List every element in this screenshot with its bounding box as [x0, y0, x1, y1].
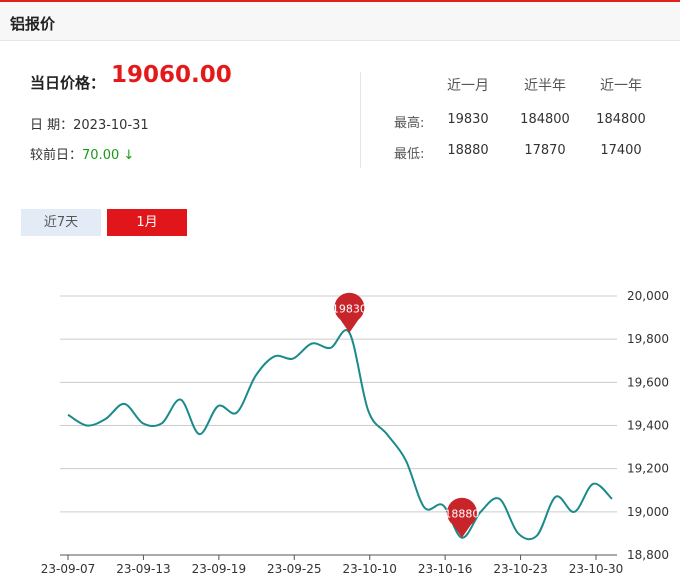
chart-y-tick-labels: 20,000 19,800 19,600 19,400 19,200 19,000 18,8… [627, 289, 669, 562]
down-arrow-icon: ↓ [123, 148, 135, 163]
y-tick-label: 19,800 [627, 332, 669, 346]
marker-pin: 19830 [332, 292, 367, 333]
stats-high-6m: 184800 [520, 112, 570, 127]
date-label: 日 期： [30, 118, 74, 133]
change-label: 较前日： [30, 148, 83, 163]
divider [360, 72, 361, 168]
stats-col-6m: 近半年 [524, 78, 566, 94]
change-row: 较前日：70.00 ↓ [30, 144, 134, 163]
x-tick-label: 23-10-23 [493, 562, 547, 576]
y-tick-label: 20,000 [627, 289, 669, 303]
x-tick-label: 23-09-19 [192, 562, 246, 576]
x-tick-label: 23-10-16 [418, 562, 472, 576]
stats-high-1y: 184800 [596, 112, 646, 127]
marker-pin: 18880 [444, 497, 479, 538]
x-tick-label: 23-09-25 [267, 562, 321, 576]
stats-col-1y: 近一年 [600, 78, 642, 94]
y-tick-label: 19,200 [627, 462, 669, 476]
stats-col-1m: 近一月 [447, 78, 489, 94]
stats-low-1y: 17400 [600, 143, 642, 158]
series-line [67, 329, 613, 541]
stats-low-1m: 18880 [447, 143, 489, 158]
marker-pin-shape [334, 292, 365, 333]
price-label: 当日价格： [30, 74, 106, 92]
chart-markers: 19830 18880 [332, 292, 479, 538]
marker-pin-shape [446, 497, 477, 538]
chart-gridlines [60, 295, 617, 556]
tab-7-days[interactable]: 近7天 [21, 209, 101, 236]
y-tick-label: 19,400 [627, 419, 669, 433]
change-value: 70.00 [82, 148, 120, 163]
date-row: 日 期：2023-10-31 [30, 114, 149, 133]
stats-high-1m: 19830 [447, 112, 489, 127]
marker-label: 19830 [332, 303, 367, 316]
chart-x-axis: 23-09-07 23-09-13 23-09-19 23-09-25 23-10-10… [41, 554, 623, 576]
x-tick-label: 23-09-07 [41, 562, 95, 576]
y-tick-label: 19,000 [627, 505, 669, 519]
y-tick-label: 19,600 [627, 375, 669, 389]
y-tick-label: 18,800 [627, 548, 669, 562]
x-tick-label: 23-10-10 [342, 562, 396, 576]
price-value: 19060.00 [111, 62, 232, 88]
page-header: 铝报价 [0, 2, 680, 41]
x-tick-label: 23-09-13 [116, 562, 170, 576]
x-tick-label: 23-10-30 [569, 562, 623, 576]
page-title: 铝报价 [10, 15, 56, 33]
stats-low-6m: 17870 [524, 143, 566, 158]
tab-1-month[interactable]: 1月 [107, 209, 187, 236]
date-value: 2023-10-31 [73, 118, 149, 133]
marker-label: 18880 [444, 508, 479, 521]
